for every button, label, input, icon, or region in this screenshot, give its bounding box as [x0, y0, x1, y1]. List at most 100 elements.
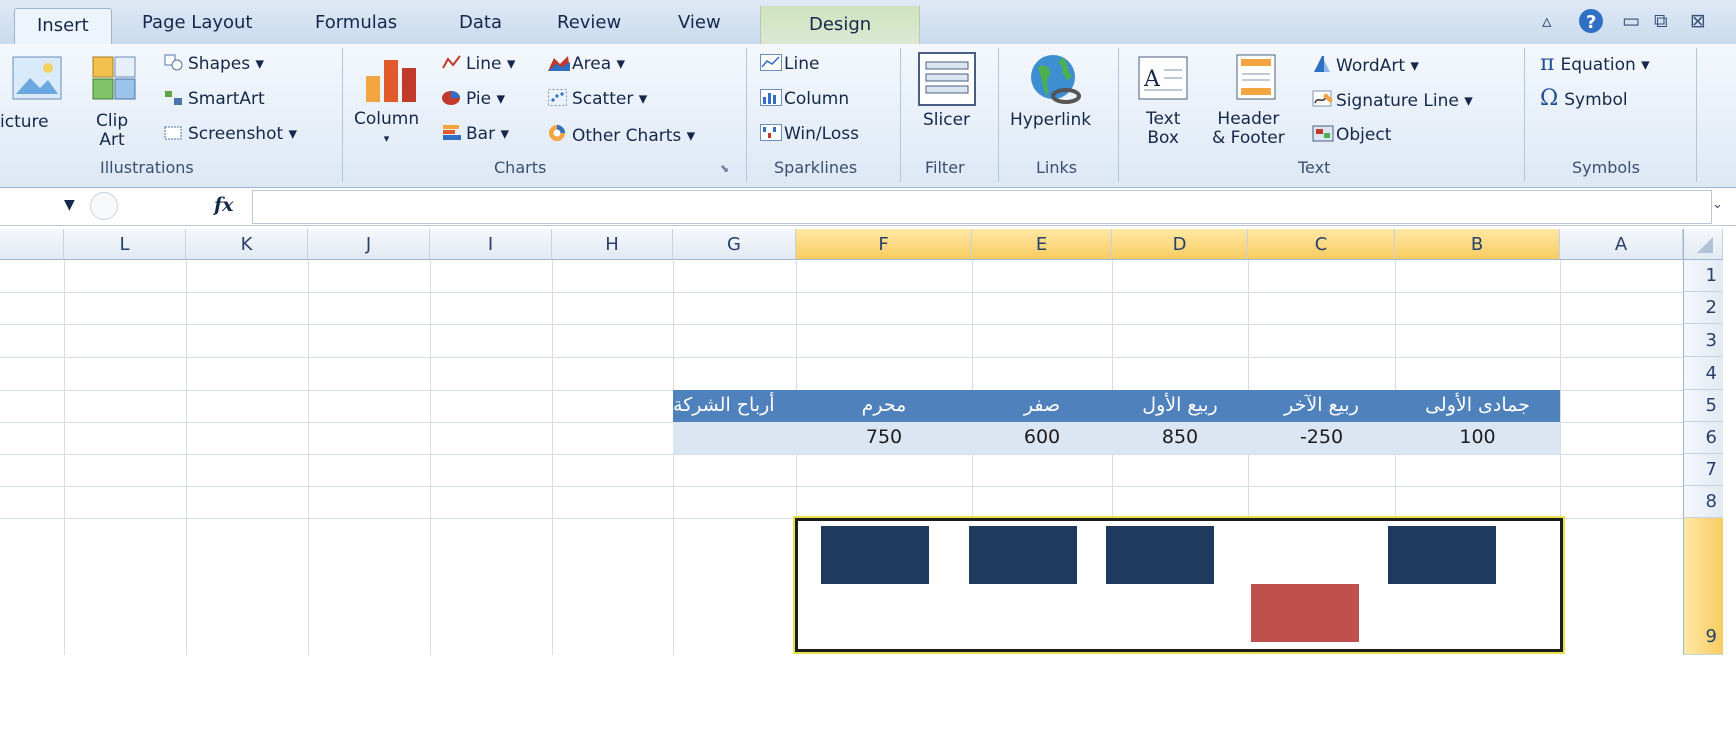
dialog-launcher-icon[interactable]: ⬊: [720, 162, 729, 175]
signature-line-button[interactable]: Signature Line ▾: [1312, 89, 1473, 111]
chart-bar[interactable]: [821, 526, 929, 584]
column-header-j[interactable]: J: [308, 229, 430, 260]
group-label-filter: Filter: [925, 158, 965, 177]
insert-function-icon[interactable]: fx: [214, 194, 234, 216]
text-box-button[interactable]: Text Box: [1146, 110, 1180, 148]
tab-data[interactable]: Data: [459, 12, 502, 33]
column-header-a[interactable]: A: [1560, 229, 1683, 260]
column-header-i[interactable]: I: [430, 229, 552, 260]
table-month-header[interactable]: ربيع الآخر: [1248, 390, 1395, 422]
line-chart-button[interactable]: Line ▾: [442, 54, 515, 74]
hyperlink-button[interactable]: Hyperlink: [1010, 110, 1091, 130]
chart-bar[interactable]: [1106, 526, 1214, 584]
smartart-button[interactable]: SmartArt: [164, 89, 265, 109]
table-month-header[interactable]: صفر: [972, 390, 1112, 422]
column-header-c[interactable]: C: [1248, 229, 1395, 260]
tab-design[interactable]: Design: [760, 6, 921, 44]
table-month-header[interactable]: ربيع الأول: [1112, 390, 1248, 422]
chart-bar[interactable]: [1251, 584, 1359, 642]
clip-art-button[interactable]: Clip Art: [96, 112, 128, 150]
window-restore-icon[interactable]: ⧉: [1654, 10, 1668, 32]
table-month-header[interactable]: محرم: [796, 390, 972, 422]
row-header-2[interactable]: 2: [1683, 292, 1723, 324]
cancel-entry-icon[interactable]: [90, 192, 118, 220]
table-value-cell[interactable]: -250: [1248, 422, 1395, 454]
hyperlink-globe-icon: [1026, 52, 1084, 111]
sparkline-winloss-button[interactable]: Win/Loss: [760, 124, 859, 144]
svg-text:A: A: [1143, 67, 1161, 92]
table-month-header[interactable]: جمادى الأولى: [1395, 390, 1560, 422]
grid-line: [673, 260, 674, 655]
row-header-1[interactable]: 1: [1683, 260, 1723, 292]
minimize-ribbon-icon[interactable]: ▵: [1542, 10, 1552, 32]
chart-bar[interactable]: [969, 526, 1077, 584]
expand-formula-bar-icon[interactable]: ⌄: [1712, 197, 1723, 212]
row-header-7[interactable]: 7: [1683, 454, 1723, 486]
screenshot-button[interactable]: Screenshot ▾: [164, 124, 297, 144]
object-icon: [1312, 124, 1334, 142]
table-value-cell[interactable]: 600: [972, 422, 1112, 454]
object-button[interactable]: Object: [1312, 124, 1391, 145]
scatter-chart-button[interactable]: Scatter ▾: [548, 89, 647, 109]
row-header-8[interactable]: 8: [1683, 486, 1723, 518]
omega-icon: Ω: [1540, 86, 1559, 111]
grid-line: [186, 260, 187, 655]
table-value-cell[interactable]: 100: [1395, 422, 1560, 454]
other-charts-label: Other Charts: [572, 126, 682, 146]
other-charts-button[interactable]: Other Charts ▾: [548, 124, 695, 146]
name-box-dropdown-icon[interactable]: ▼: [64, 197, 75, 213]
pie-chart-button[interactable]: Pie ▾: [442, 89, 505, 109]
formula-input[interactable]: [252, 190, 1712, 224]
area-chart-icon: [548, 54, 570, 71]
column-header-partial[interactable]: [0, 229, 64, 260]
picture-button[interactable]: icture: [0, 112, 49, 132]
column-dropdown-icon: ▾: [383, 132, 390, 145]
row-header-4[interactable]: 4: [1683, 357, 1723, 390]
picture-icon: [12, 56, 62, 105]
tab-review[interactable]: Review: [557, 12, 621, 33]
table-value-cell[interactable]: 850: [1112, 422, 1248, 454]
equation-button[interactable]: π Equation ▾: [1540, 53, 1650, 76]
help-icon[interactable]: ?: [1578, 8, 1604, 39]
row-header-9[interactable]: 9: [1683, 518, 1723, 655]
symbol-button[interactable]: Ω Symbol: [1540, 86, 1628, 111]
column-header-l[interactable]: L: [64, 229, 186, 260]
column-chart-button[interactable]: Column ▾: [354, 110, 419, 148]
group-separator: [1524, 48, 1525, 182]
column-header-h[interactable]: H: [552, 229, 673, 260]
tab-insert[interactable]: Insert: [14, 8, 112, 45]
window-minimize-icon[interactable]: ▭: [1622, 10, 1640, 32]
window-close-icon[interactable]: ⊠: [1690, 10, 1706, 32]
area-chart-button[interactable]: Area ▾: [548, 54, 625, 74]
column-header-b[interactable]: B: [1395, 229, 1560, 260]
group-label-charts: Charts: [494, 158, 547, 177]
header-footer-button[interactable]: Header & Footer: [1212, 110, 1285, 148]
area-chart-label: Area: [572, 54, 612, 74]
column-header-f[interactable]: F: [796, 229, 972, 260]
clip-art-icon: [92, 56, 136, 105]
shapes-button[interactable]: Shapes ▾: [164, 54, 264, 74]
sparkline-line-button[interactable]: Line: [760, 54, 819, 74]
header-footer-icon: [1236, 54, 1276, 105]
tab-page-layout[interactable]: Page Layout: [142, 12, 253, 33]
select-all-corner[interactable]: [1683, 229, 1723, 260]
wordart-button[interactable]: WordArt ▾: [1312, 54, 1419, 76]
tab-formulas[interactable]: Formulas: [315, 12, 397, 33]
object-label: Object: [1336, 125, 1392, 145]
table-value-cell[interactable]: 750: [796, 422, 972, 454]
column-header-d[interactable]: D: [1112, 229, 1248, 260]
bar-chart-button[interactable]: Bar ▾: [442, 124, 509, 144]
row-header-5[interactable]: 5: [1683, 390, 1723, 422]
column-header-g[interactable]: G: [673, 229, 796, 260]
column-header-e[interactable]: E: [972, 229, 1112, 260]
tab-view[interactable]: View: [678, 12, 721, 33]
slicer-button[interactable]: Slicer: [923, 110, 970, 130]
chart-bar[interactable]: [1388, 526, 1496, 584]
embedded-chart[interactable]: [793, 516, 1565, 654]
column-header-k[interactable]: K: [186, 229, 308, 260]
row-header-6[interactable]: 6: [1683, 422, 1723, 454]
row-header-3[interactable]: 3: [1683, 324, 1723, 357]
sparkline-column-button[interactable]: Column: [760, 89, 849, 109]
table-title-cell[interactable]: أرباح الشركة: [673, 390, 796, 422]
table-title-value-cell[interactable]: [673, 422, 796, 454]
